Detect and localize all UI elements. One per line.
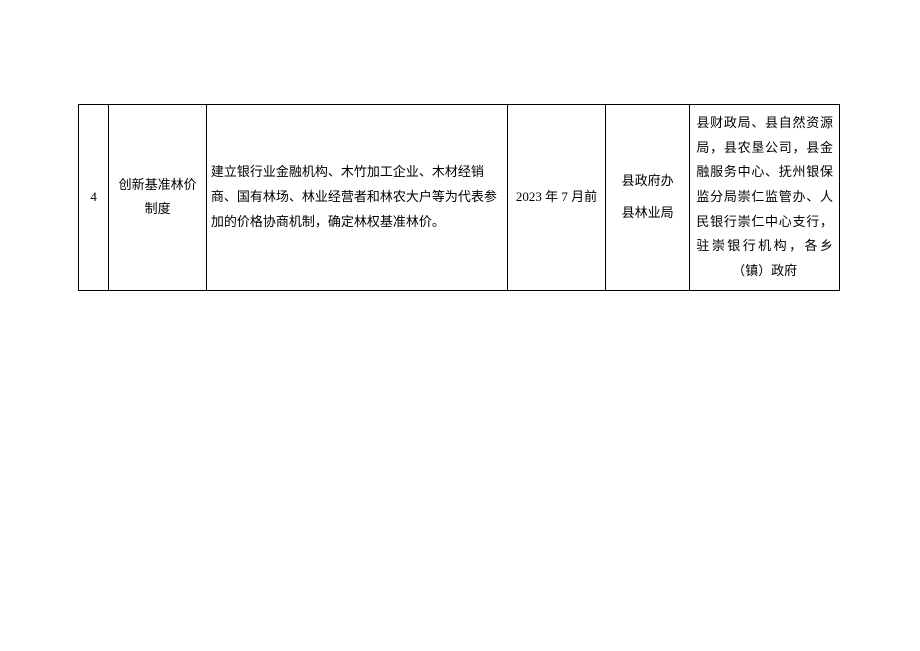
document-table-wrapper: 4 创新基准林价制度 建立银行业金融机构、木竹加工企业、木材经销商、国有林场、林… xyxy=(78,104,840,291)
cell-deadline: 2023 年 7 月前 xyxy=(508,105,606,291)
cell-cooperating-departments: 县财政局、县自然资源局，县农垦公司，县金融服务中心、抚州银保监分局崇仁监管办、人… xyxy=(690,105,840,291)
lead-department-line2: 县林业局 xyxy=(622,201,674,226)
document-table: 4 创新基准林价制度 建立银行业金融机构、木竹加工企业、木材经销商、国有林场、林… xyxy=(78,104,840,291)
table-row: 4 创新基准林价制度 建立银行业金融机构、木竹加工企业、木材经销商、国有林场、林… xyxy=(79,105,840,291)
cell-lead-department: 县政府办 县林业局 xyxy=(605,105,690,291)
cell-item-description: 建立银行业金融机构、木竹加工企业、木材经销商、国有林场、林业经营者和林农大户等为… xyxy=(206,105,507,291)
lead-department-line1: 县政府办 xyxy=(622,169,674,194)
cell-row-number: 4 xyxy=(79,105,109,291)
cell-item-title: 创新基准林价制度 xyxy=(109,105,207,291)
